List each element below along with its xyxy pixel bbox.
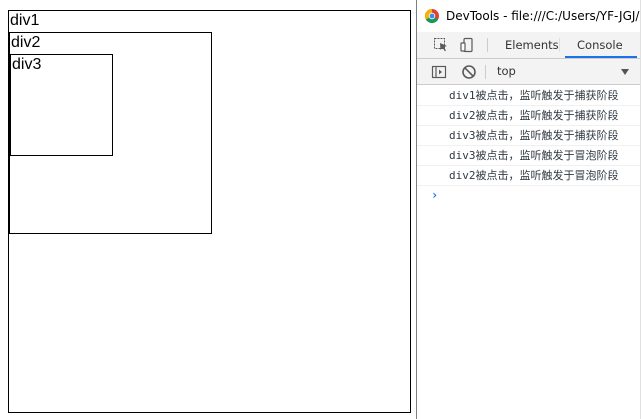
tab-separator (559, 38, 560, 52)
tab-console[interactable]: Console (577, 32, 623, 58)
tab-elements[interactable]: Elements (505, 32, 559, 58)
div3-box[interactable]: div3 (10, 54, 113, 156)
active-tab-indicator (565, 56, 637, 58)
toolbar-separator (487, 38, 488, 52)
div3-label: div3 (12, 56, 42, 73)
console-prompt-icon[interactable]: › (431, 188, 438, 202)
devtools-title: DevTools - file:///C:/Users/YF-JGJ/ (446, 9, 640, 23)
div2-label: div2 (11, 34, 41, 51)
console-message: div2被点击，监听触发于冒泡阶段 (417, 166, 641, 186)
div1-label: div1 (10, 12, 40, 29)
inspect-element-icon[interactable] (433, 37, 449, 53)
screen: div1 div2 div3 DevTools - file:///C:/Use… (0, 0, 641, 419)
console-message: div1被点击，监听触发于捕获阶段 (417, 86, 641, 106)
console-sidebar-toggle-icon[interactable] (431, 64, 447, 80)
console-messages: div1被点击，监听触发于捕获阶段 div2被点击，监听触发于捕获阶段 div3… (417, 86, 641, 186)
toolbar-separator (485, 65, 486, 79)
devtools-tabbar: Elements Console (417, 32, 641, 59)
console-message: div3被点击，监听触发于捕获阶段 (417, 126, 641, 146)
device-toolbar-icon[interactable] (459, 37, 475, 53)
clear-console-icon[interactable] (461, 64, 477, 80)
console-toolbar: top (417, 59, 641, 85)
dropdown-arrow-icon (621, 69, 629, 75)
div2-box[interactable]: div2 div3 (9, 32, 212, 234)
devtools-titlebar[interactable]: DevTools - file:///C:/Users/YF-JGJ/ (417, 0, 641, 32)
chrome-logo-icon (425, 9, 439, 23)
context-select[interactable]: top (493, 62, 629, 81)
console-message: div2被点击，监听触发于捕获阶段 (417, 106, 641, 126)
div1-box[interactable]: div1 div2 div3 (8, 10, 411, 413)
console-message: div3被点击，监听触发于冒泡阶段 (417, 146, 641, 166)
context-value: top (497, 64, 516, 78)
devtools-window: DevTools - file:///C:/Users/YF-JGJ/ Elem… (416, 0, 641, 419)
